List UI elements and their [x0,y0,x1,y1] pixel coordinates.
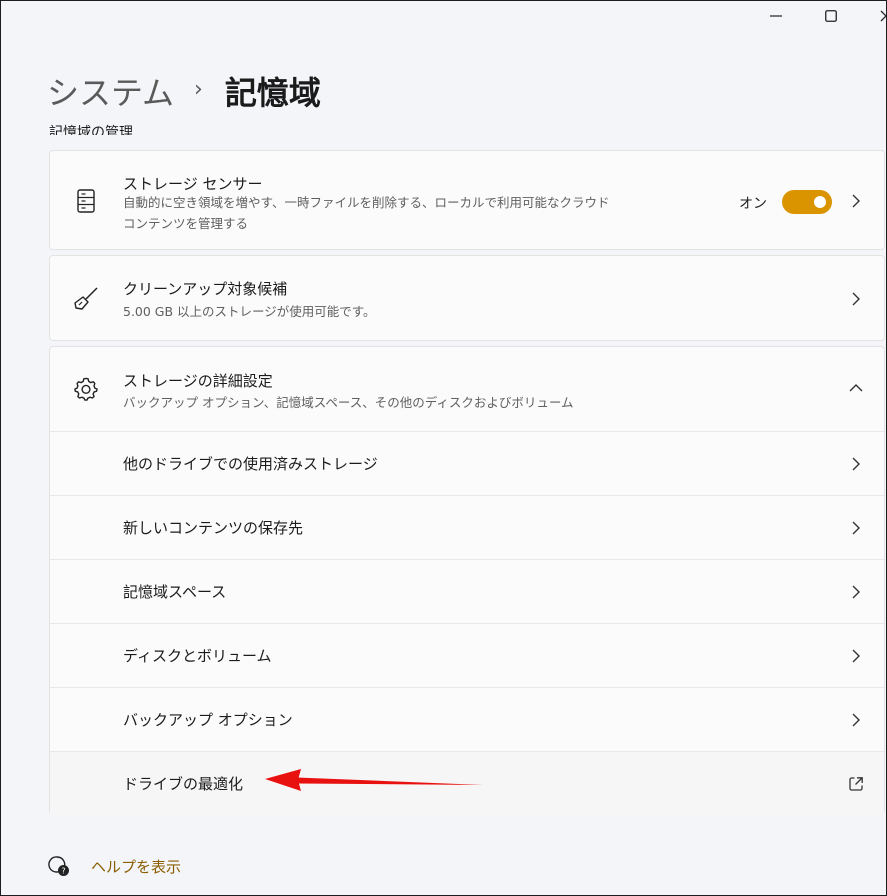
advanced-storage-settings-card: ストレージの詳細設定 バックアップ オプション、記憶域スペース、その他のディスク… [49,346,885,815]
close-icon [880,10,886,22]
chevron-right-icon [848,712,864,728]
breadcrumb-system-link[interactable]: システム [47,68,174,114]
storage-sense-toggle[interactable] [782,190,832,214]
chevron-right-icon [848,520,864,536]
page-title: 記憶域 [224,74,321,112]
settings-item-disks-volumes[interactable]: ディスクとボリューム [50,623,884,687]
help-link-row[interactable]: ? ヘルプを表示 [47,854,181,878]
chevron-right-icon [848,291,864,307]
breadcrumb-separator: › [194,76,203,102]
chevron-up-icon[interactable] [848,380,864,396]
svg-text:?: ? [61,867,65,876]
settings-item-label: ディスクとボリューム [123,647,272,665]
broom-icon [72,285,100,313]
settings-item-label: 他のドライブでの使用済みストレージ [123,455,378,473]
settings-item-backup-options[interactable]: バックアップ オプション [50,687,884,751]
settings-item-label: バックアップ オプション [123,711,293,729]
storage-sense-description: 自動的に空き領域を増やす、一時ファイルを削除する、ローカルで利用可能なクラウド … [123,195,610,231]
settings-item-label: 記憶域スペース [123,583,227,601]
help-link[interactable]: ヘルプを表示 [91,856,181,877]
advanced-storage-description: バックアップ オプション、記憶域スペース、その他のディスクおよびボリューム [123,395,574,410]
help-icon: ? [47,854,71,878]
chevron-right-icon [848,648,864,664]
open-external-icon [848,776,864,792]
gear-icon [72,375,100,403]
settings-item-label: ドライブの最適化 [123,775,244,793]
toggle-knob [814,196,826,208]
cleanup-description: 5.00 GB 以上のストレージが使用可能です。 [123,304,376,319]
toggle-state-label: オン [739,196,767,212]
chevron-right-icon [848,456,864,472]
advanced-storage-title: ストレージの詳細設定 [123,372,273,390]
breadcrumb: システム › 記憶域 [47,67,321,115]
storage-sense-title: ストレージ センサー [123,175,263,193]
section-title: 記憶域の管理 [49,125,133,135]
settings-item-new-content-save-location[interactable]: 新しいコンテンツの保存先 [50,495,884,559]
cleanup-recommendations-card[interactable]: クリーンアップ対象候補 5.00 GB 以上のストレージが使用可能です。 [49,255,885,341]
settings-item-other-drives-storage[interactable]: 他のドライブでの使用済みストレージ [50,431,884,495]
maximize-button[interactable] [816,5,846,27]
settings-item-label: 新しいコンテンツの保存先 [123,519,304,537]
storage-drive-icon [72,187,100,215]
settings-item-storage-spaces[interactable]: 記憶域スペース [50,559,884,623]
settings-window: システム › 記憶域 記憶域の管理 ストレージ センサー 自動的に空き領域を増や… [0,0,887,896]
storage-sense-card[interactable]: ストレージ センサー 自動的に空き領域を増やす、一時ファイルを削除する、ローカル… [49,150,885,250]
minimize-icon [770,15,782,17]
chevron-right-icon [848,193,864,209]
cleanup-title: クリーンアップ対象候補 [123,280,288,298]
chevron-right-icon [848,584,864,600]
maximize-icon [825,10,837,22]
close-button[interactable] [871,5,886,27]
annotation-arrow [265,769,483,791]
advanced-storage-settings-header[interactable]: ストレージの詳細設定 バックアップ オプション、記憶域スペース、その他のディスク… [50,347,884,431]
minimize-button[interactable] [761,5,791,27]
